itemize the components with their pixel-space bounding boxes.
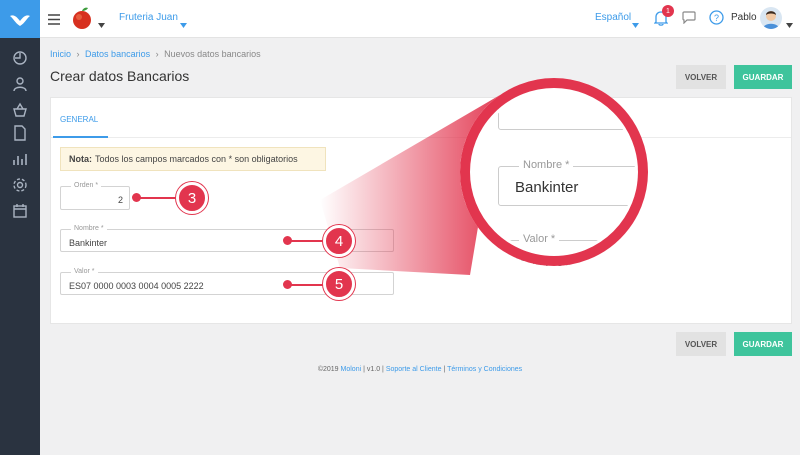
zoom-ring [460, 78, 648, 266]
footer-terms-link[interactable]: Términos y Condiciones [447, 366, 522, 373]
callout-5: 5 [323, 268, 355, 300]
back-button-bottom[interactable]: VOLVER [676, 332, 726, 356]
callout-dot [283, 236, 292, 245]
callout-3: 3 [176, 182, 208, 214]
footer-support-link[interactable]: Soporte al Cliente [386, 366, 442, 373]
save-button-bottom[interactable]: GUARDAR [734, 332, 792, 356]
callout-dot [132, 193, 141, 202]
zoom-beam [320, 95, 500, 275]
callout-4: 4 [323, 225, 355, 257]
footer-copyright: ©2019 [317, 366, 339, 373]
footer: ©2019 Moloni | v1.0 | Soporte al Cliente… [40, 366, 800, 373]
footer-version: | v1.0 | [363, 366, 384, 373]
footer-separator: | [443, 366, 446, 373]
footer-brand-link[interactable]: Moloni [341, 366, 362, 373]
callout-dot [283, 280, 292, 289]
